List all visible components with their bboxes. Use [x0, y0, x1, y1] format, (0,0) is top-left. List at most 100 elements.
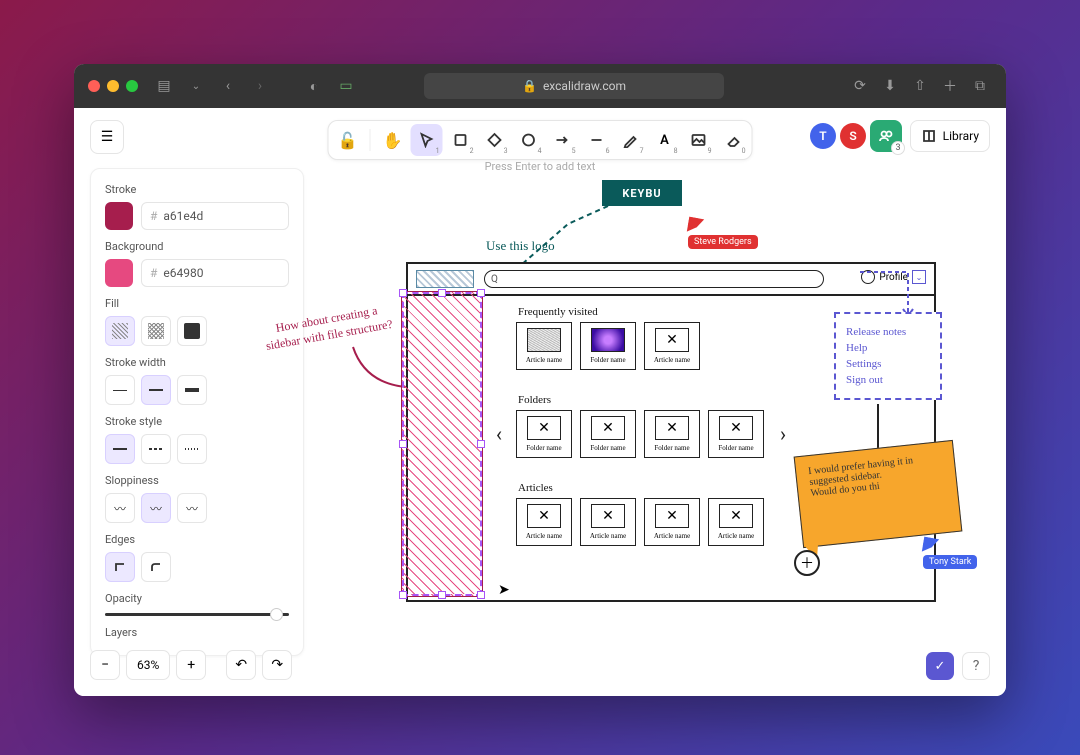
resize-handle[interactable]: [399, 440, 407, 448]
share-button[interactable]: 3: [870, 120, 902, 152]
card-item[interactable]: ✕Article name: [644, 498, 700, 546]
reload-button[interactable]: ⟳: [848, 74, 872, 98]
card-item[interactable]: ✕Folder name: [516, 410, 572, 458]
help-button[interactable]: ?: [962, 652, 990, 680]
logo-element[interactable]: KEYBU: [602, 180, 682, 206]
browser-window: ▤ ⌄ ‹ › ◐ ▭ 🔒 excalidraw.com ⟳ ⬇ ⇧ ＋ ⧉ ☰…: [74, 64, 1006, 696]
resize-handle[interactable]: [477, 440, 485, 448]
tabs-overview-icon[interactable]: ⧉: [968, 74, 992, 98]
minimize-window-button[interactable]: [107, 80, 119, 92]
encryption-badge[interactable]: ✓: [926, 652, 954, 680]
excalidraw-app: ☰ 🔓 ✋ 1 2 3 4 5: [74, 108, 1006, 696]
sloppiness-architect[interactable]: 〰: [105, 493, 135, 523]
ctx-item[interactable]: Settings: [846, 358, 930, 370]
fill-solid[interactable]: [177, 316, 207, 346]
wireframe-search[interactable]: Q: [484, 270, 824, 288]
zoom-in-button[interactable]: +: [176, 650, 206, 680]
stroke-hex-input[interactable]: #a61e4d: [141, 202, 289, 230]
arrow-tool[interactable]: 5: [547, 124, 579, 156]
draw-tool[interactable]: 7: [615, 124, 647, 156]
forward-button[interactable]: ›: [248, 74, 272, 98]
library-button[interactable]: Library: [910, 120, 990, 152]
rectangle-tool[interactable]: 2: [445, 124, 477, 156]
drawing-canvas[interactable]: KEYBU Use this logo How about creating a…: [318, 162, 986, 634]
lock-tool[interactable]: 🔓: [332, 124, 364, 156]
ctx-item[interactable]: Sign out: [846, 374, 930, 386]
stroke-dotted[interactable]: [177, 434, 207, 464]
chevron-left-icon[interactable]: ‹: [496, 422, 502, 446]
hand-tool[interactable]: ✋: [377, 124, 409, 156]
card-item[interactable]: ✕Article name: [644, 322, 700, 370]
zoom-out-button[interactable]: −: [90, 650, 120, 680]
resize-handle[interactable]: [477, 289, 485, 297]
back-button[interactable]: ‹: [216, 74, 240, 98]
ctx-item[interactable]: Release notes: [846, 326, 930, 338]
redo-button[interactable]: ↷: [262, 650, 292, 680]
main-menu-button[interactable]: ☰: [90, 120, 124, 154]
shield-icon: ✓: [935, 659, 946, 674]
bg-hex-input[interactable]: #e64980: [141, 259, 289, 287]
annotation-logo[interactable]: Use this logo: [486, 238, 555, 254]
card-item[interactable]: ✕Article name: [580, 498, 636, 546]
stroke-thick[interactable]: [177, 375, 207, 405]
close-window-button[interactable]: [88, 80, 100, 92]
tab-dropdown-icon[interactable]: ⌄: [184, 74, 208, 98]
sticky-note[interactable]: I would prefer having it in suggested si…: [794, 440, 963, 548]
slider-thumb[interactable]: [270, 608, 283, 621]
selected-rectangle[interactable]: [402, 292, 482, 596]
resize-handle[interactable]: [438, 289, 446, 297]
ellipse-tool[interactable]: 4: [513, 124, 545, 156]
stroke-solid[interactable]: [105, 434, 135, 464]
card-item[interactable]: ✕Folder name: [580, 410, 636, 458]
bg-color-swatch[interactable]: [105, 259, 133, 287]
maximize-window-button[interactable]: [126, 80, 138, 92]
stroke-color-swatch[interactable]: [105, 202, 133, 230]
thumbnail-icon: [527, 328, 561, 352]
text-tool[interactable]: A 8: [649, 124, 681, 156]
ctx-item[interactable]: Help: [846, 342, 930, 354]
resize-handle[interactable]: [438, 591, 446, 599]
resize-handle[interactable]: [399, 289, 407, 297]
selection-tool[interactable]: 1: [411, 124, 443, 156]
downloads-icon[interactable]: ⬇: [878, 74, 902, 98]
card-item[interactable]: ✕Article name: [516, 498, 572, 546]
sloppiness-cartoonist[interactable]: 〰: [177, 493, 207, 523]
edges-round[interactable]: [141, 552, 171, 582]
sloppiness-artist[interactable]: 〰: [141, 493, 171, 523]
avatar[interactable]: S: [840, 123, 866, 149]
opacity-slider[interactable]: [105, 613, 289, 616]
share-icon[interactable]: ⇧: [908, 74, 932, 98]
eraser-tool[interactable]: 0: [717, 124, 749, 156]
sidebar-toggle-icon[interactable]: ▤: [152, 74, 176, 98]
card-item[interactable]: ✕Article name: [708, 498, 764, 546]
stroke-medium[interactable]: [141, 375, 171, 405]
add-button[interactable]: ＋: [794, 550, 820, 576]
diamond-tool[interactable]: 3: [479, 124, 511, 156]
resize-handle[interactable]: [477, 591, 485, 599]
context-menu-mockup[interactable]: Release notes Help Settings Sign out: [834, 312, 942, 400]
fill-cross[interactable]: [141, 316, 171, 346]
bottom-right-controls: ✓ ?: [926, 652, 990, 680]
stroke-thin[interactable]: [105, 375, 135, 405]
card-item[interactable]: ✕Folder name: [708, 410, 764, 458]
fill-hachure[interactable]: [105, 316, 135, 346]
card-item[interactable]: ✕Folder name: [644, 410, 700, 458]
avatar[interactable]: T: [810, 123, 836, 149]
line-tool[interactable]: 6: [581, 124, 613, 156]
undo-button[interactable]: ↶: [226, 650, 256, 680]
stroke-style-options: [105, 434, 289, 464]
card-item[interactable]: Article name: [516, 322, 572, 370]
shield-privacy-icon[interactable]: ◐: [302, 74, 326, 98]
edges-sharp[interactable]: [105, 552, 135, 582]
chevron-right-icon[interactable]: ›: [780, 422, 786, 446]
zoom-level[interactable]: 63%: [126, 650, 170, 680]
new-tab-button[interactable]: ＋: [938, 74, 962, 98]
wireframe-logo-box[interactable]: [416, 270, 474, 288]
card-item[interactable]: Folder name: [580, 322, 636, 370]
address-bar[interactable]: 🔒 excalidraw.com: [424, 73, 724, 99]
stroke-dashed[interactable]: [141, 434, 171, 464]
image-tool[interactable]: 9: [683, 124, 715, 156]
resize-handle[interactable]: [399, 591, 407, 599]
screen-icon[interactable]: ▭: [334, 74, 358, 98]
edges-label: Edges: [105, 533, 289, 546]
